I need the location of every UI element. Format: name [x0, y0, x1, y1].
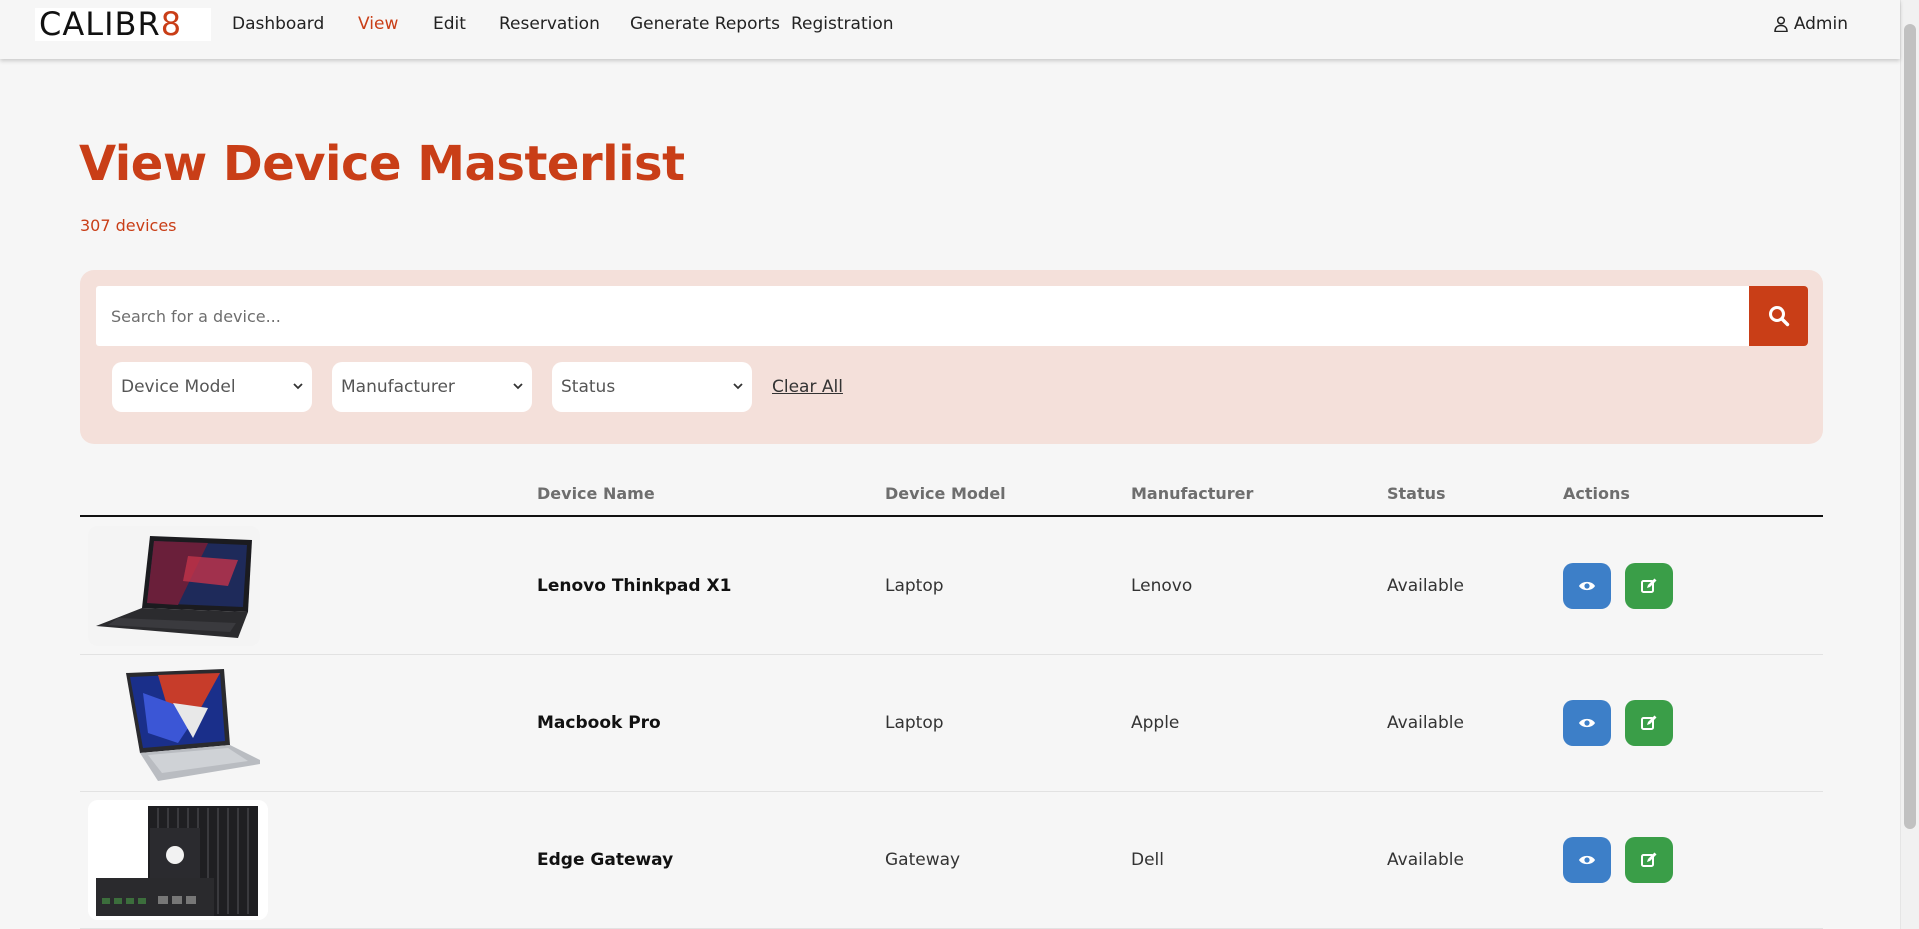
device-count: 307 devices: [80, 216, 177, 235]
device-status: Available: [1387, 713, 1464, 733]
calibr8-logo[interactable]: CALIBR 8: [35, 8, 211, 41]
device-manufacturer: Lenovo: [1131, 576, 1193, 596]
table-header: Device Name Device Model Manufacturer St…: [80, 470, 1823, 517]
eye-icon: [1579, 718, 1595, 728]
top-navbar: CALIBR 8 Dashboard View Edit Reservation …: [0, 0, 1900, 59]
user-icon: [1774, 16, 1788, 33]
device-name[interactable]: Edge Gateway: [537, 850, 673, 870]
manufacturer-select-value: Manufacturer: [341, 377, 455, 397]
device-model: Laptop: [885, 576, 944, 596]
nav-registration[interactable]: Registration: [791, 14, 894, 34]
device-image-macbook: [88, 663, 260, 783]
device-image-lenovo: [88, 526, 260, 646]
device-manufacturer: Apple: [1131, 713, 1180, 733]
nav-dashboard[interactable]: Dashboard: [232, 14, 324, 34]
edit-button[interactable]: [1625, 837, 1673, 883]
header-status[interactable]: Status: [1387, 484, 1446, 503]
device-model-select-value: Device Model: [121, 377, 236, 397]
table-row: Macbook Pro Laptop Apple Available: [80, 655, 1823, 792]
nav-reservation[interactable]: Reservation: [499, 14, 600, 34]
edit-button[interactable]: [1625, 563, 1673, 609]
device-name[interactable]: Macbook Pro: [537, 713, 661, 733]
device-manufacturer: Dell: [1131, 850, 1164, 870]
header-device-model[interactable]: Device Model: [885, 484, 1006, 503]
logo-text: CALIBR: [39, 5, 161, 43]
nav-edit[interactable]: Edit: [433, 14, 466, 34]
filter-panel: Device Model Manufacturer Status Clear A…: [80, 270, 1823, 444]
nav-generate-reports[interactable]: Generate Reports: [630, 14, 780, 34]
table-row: Edge Gateway Gateway Dell Available: [80, 792, 1823, 929]
chevron-down-icon: [733, 383, 743, 390]
page-title: View Device Masterlist: [79, 136, 685, 192]
edit-icon: [1641, 578, 1657, 593]
device-model-select[interactable]: Device Model: [112, 362, 312, 412]
status-select[interactable]: Status: [552, 362, 752, 412]
scrollbar-thumb[interactable]: [1904, 24, 1916, 829]
device-image-edge-gateway: [88, 800, 268, 920]
view-button[interactable]: [1563, 563, 1611, 609]
chevron-down-icon: [513, 383, 523, 390]
header-manufacturer[interactable]: Manufacturer: [1131, 484, 1253, 503]
search-icon: [1768, 306, 1789, 327]
eye-icon: [1579, 855, 1595, 865]
eye-icon: [1579, 581, 1595, 591]
edit-icon: [1641, 715, 1657, 730]
device-model: Laptop: [885, 713, 944, 733]
device-status: Available: [1387, 850, 1464, 870]
view-button[interactable]: [1563, 837, 1611, 883]
status-select-value: Status: [561, 377, 616, 397]
logo-accent-text: 8: [160, 5, 183, 43]
table-row: Lenovo Thinkpad X1 Laptop Lenovo Availab…: [80, 518, 1823, 655]
edit-button[interactable]: [1625, 700, 1673, 746]
clear-all-link[interactable]: Clear All: [772, 377, 843, 397]
chevron-down-icon: [293, 383, 303, 390]
user-menu[interactable]: Admin: [1774, 14, 1848, 34]
user-name: Admin: [1793, 14, 1848, 34]
edit-icon: [1641, 852, 1657, 867]
device-model: Gateway: [885, 850, 961, 870]
nav-view[interactable]: View: [358, 14, 398, 34]
header-actions: Actions: [1563, 484, 1630, 503]
view-button[interactable]: [1563, 700, 1611, 746]
page-scrollbar[interactable]: [1900, 0, 1919, 929]
manufacturer-select[interactable]: Manufacturer: [332, 362, 532, 412]
device-name[interactable]: Lenovo Thinkpad X1: [537, 576, 731, 596]
search-button[interactable]: [1749, 286, 1808, 346]
device-status: Available: [1387, 576, 1464, 596]
search-input[interactable]: [96, 286, 1750, 346]
header-device-name[interactable]: Device Name: [537, 484, 655, 503]
